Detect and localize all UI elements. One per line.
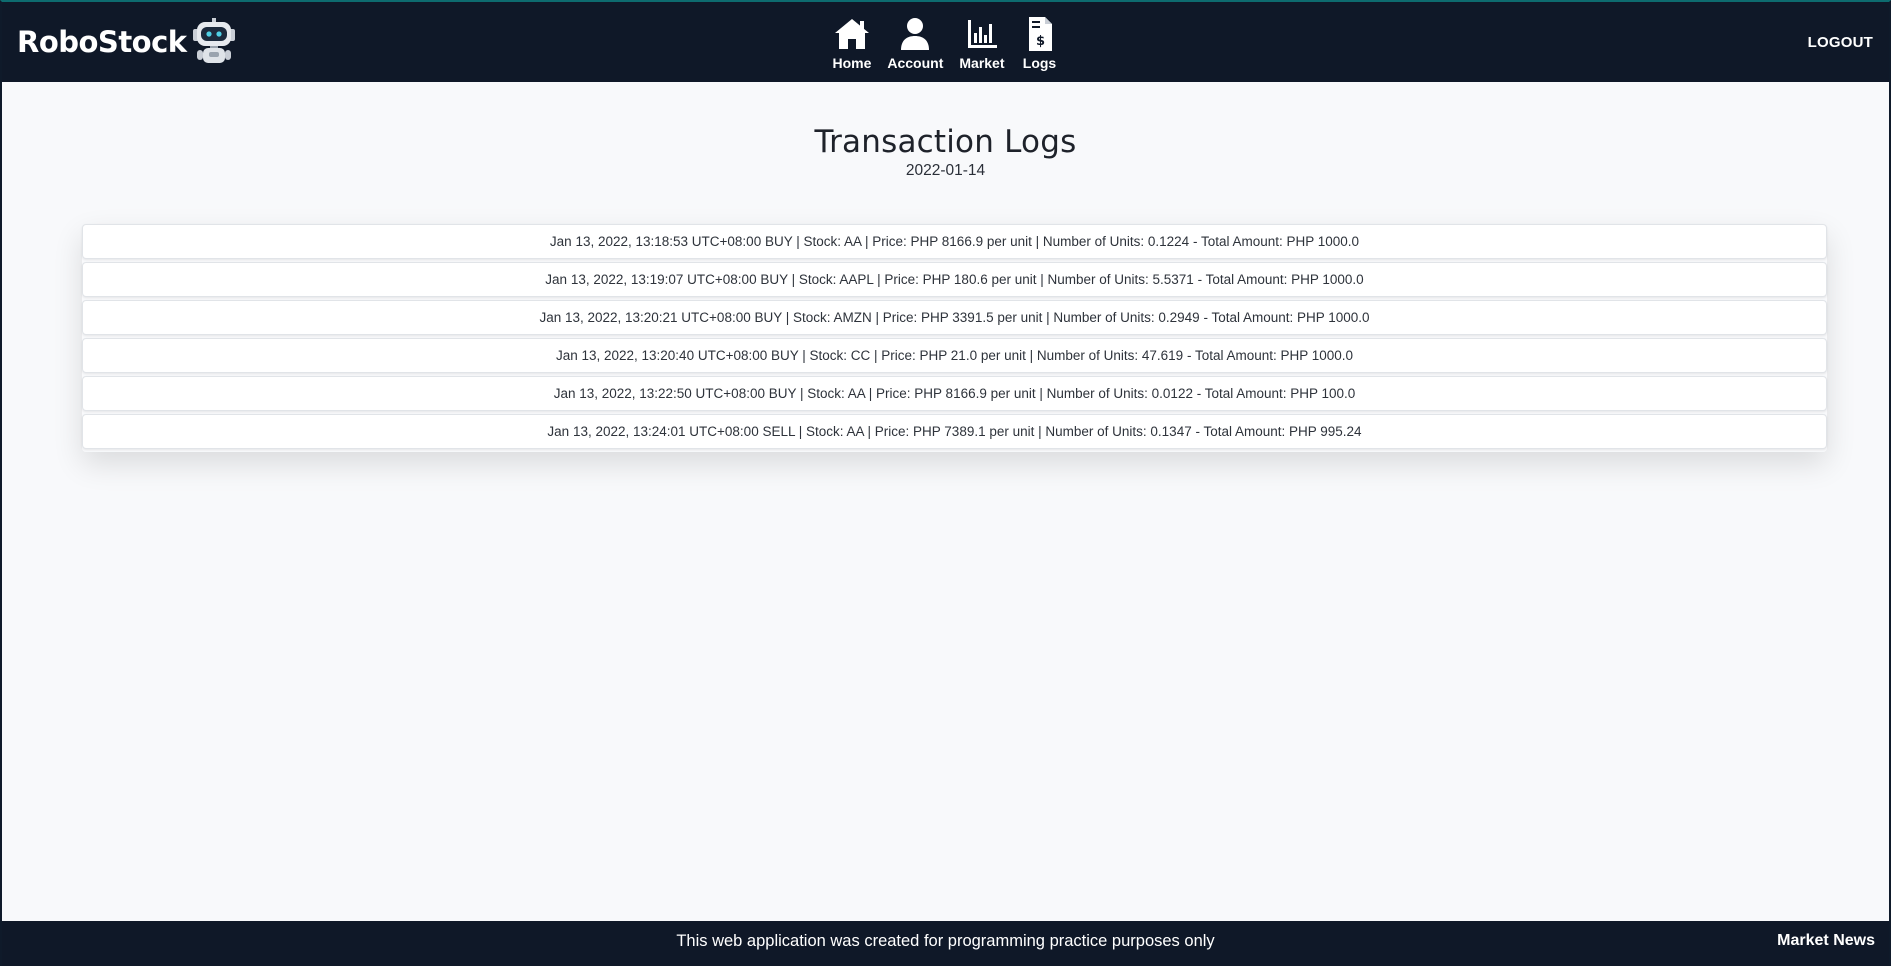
main-nav: Home Account Market $ Logs (2, 16, 1889, 71)
logout-button[interactable]: LOGOUT (1808, 34, 1873, 51)
log-entry: Jan 13, 2022, 13:20:40 UTC+08:00 BUY | S… (82, 338, 1827, 373)
nav-logs[interactable]: $ Logs (1021, 16, 1059, 71)
nav-home[interactable]: Home (832, 16, 871, 71)
app-window: RoboStock Home Account Market $ Logs LOG… (0, 0, 1891, 966)
nav-market[interactable]: Market (959, 16, 1005, 71)
nav-home-label: Home (832, 55, 872, 71)
footer-disclaimer: This web application was created for pro… (676, 932, 1215, 950)
log-entry: Jan 13, 2022, 13:19:07 UTC+08:00 BUY | S… (82, 262, 1827, 297)
nav-account[interactable]: Account (887, 16, 943, 71)
page-title: Transaction Logs (814, 124, 1077, 160)
log-entry: Jan 13, 2022, 13:18:53 UTC+08:00 BUY | S… (82, 224, 1827, 259)
page-date: 2022-01-14 (905, 162, 986, 179)
home-icon (834, 19, 869, 49)
nav-account-label: Account (887, 55, 944, 71)
svg-text:$: $ (1035, 34, 1044, 49)
invoice-icon: $ (1028, 17, 1052, 51)
nav-logs-label: Logs (1022, 55, 1057, 71)
market-news-link[interactable]: Market News (1777, 932, 1875, 950)
user-icon (901, 18, 930, 50)
log-entry: Jan 13, 2022, 13:24:01 UTC+08:00 SELL | … (82, 414, 1827, 449)
transaction-log-list: Jan 13, 2022, 13:18:53 UTC+08:00 BUY | S… (82, 224, 1827, 452)
log-entry: Jan 13, 2022, 13:20:21 UTC+08:00 BUY | S… (82, 300, 1827, 335)
top-navbar: RoboStock Home Account Market $ Logs LOG… (2, 2, 1889, 82)
log-entry: Jan 13, 2022, 13:22:50 UTC+08:00 BUY | S… (82, 376, 1827, 411)
nav-market-label: Market (959, 55, 1005, 71)
bar-chart-icon (967, 20, 997, 48)
footer-bar: This web application was created for pro… (2, 921, 1889, 966)
